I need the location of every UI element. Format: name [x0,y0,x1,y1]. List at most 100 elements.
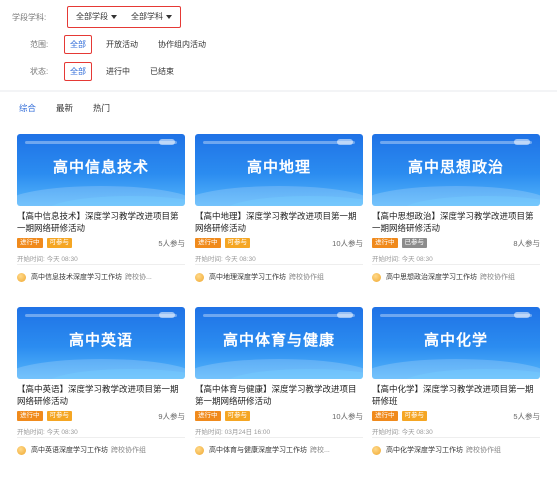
thumbnail-banner-strip [380,314,532,317]
card-thumbnail[interactable]: 高中体育与健康 [195,307,363,379]
join-badge: 可参与 [46,238,72,248]
activity-list-panel: 综合 最新 热门 高中信息技术 【高中信息技术】深度学习教学改进项目第一期网络研… [0,92,557,478]
card-thumbnail[interactable]: 高中化学 [372,307,540,379]
card-divider [17,264,185,265]
card-divider [17,437,185,438]
start-time: 开始时间: 今天 08:30 [17,256,78,263]
card-meta: 进行中 可参与 10人参与 [195,237,363,249]
activity-card[interactable]: 高中体育与健康 【高中体育与健康】深度学习教学改进项目第一期网络研修活动 进行中… [195,307,363,465]
participant-count: 5人参与 [513,411,540,421]
thumbnail-banner-strip [203,141,355,144]
stage-dropdown[interactable]: 全部学段 [76,11,117,22]
studio-avatar-icon [372,272,381,282]
card-title[interactable]: 【高中地理】深度学习教学改进项目第一期网络研修活动 [195,211,363,234]
studio-group-tag: 跨校协作组 [480,274,515,281]
scope-filter-row: 范围: 全部 开放活动 协作组内活动 [30,34,226,54]
thumbnail-banner-strip [203,314,355,317]
studio-link[interactable]: 高中英语深度学习工作坊 跨校协作组 [17,445,185,455]
status-badge: 进行中 [372,411,398,421]
card-title[interactable]: 【高中信息技术】深度学习教学改进项目第一期网络研修活动 [17,211,185,234]
card-divider [372,437,540,438]
start-time: 开始时间: 今天 08:30 [372,429,433,436]
caret-down-icon [166,14,172,19]
thumbnail-title: 高中地理 [246,159,311,176]
join-badge: 可参与 [224,238,250,248]
activity-card[interactable]: 高中信息技术 【高中信息技术】深度学习教学改进项目第一期网络研修活动 进行中 可… [17,134,185,292]
sort-tabs: 综合 最新 热门 [19,102,110,114]
status-option-running[interactable]: 进行中 [106,66,130,77]
thumbnail-title: 高中体育与健康 [222,332,335,349]
card-divider [195,264,363,265]
scope-option-all[interactable]: 全部 [64,34,92,54]
scope-option-group[interactable]: 协作组内活动 [158,39,206,50]
studio-avatar-icon [17,272,26,282]
start-time: 开始时间: 03月24日 16:00 [195,429,271,436]
stage-dropdown-value: 全部学段 [76,12,108,21]
card-title[interactable]: 【高中思想政治】深度学习教学改进项目第一期网络研修活动 [372,211,540,234]
card-divider [372,264,540,265]
start-time: 开始时间: 今天 08:30 [372,256,433,263]
studio-avatar-icon [195,272,204,282]
subject-filter-label: 学段学科: [12,12,47,22]
card-thumbnail[interactable]: 高中思想政治 [372,134,540,206]
tab-comprehensive[interactable]: 综合 [19,102,36,114]
status-badge: 进行中 [17,238,43,248]
card-title[interactable]: 【高中化学】深度学习教学改进项目第一期研修班 [372,384,540,407]
participant-count: 8人参与 [513,238,540,248]
studio-name: 高中信息技术深度学习工作坊 [31,274,122,281]
studio-link[interactable]: 高中信息技术深度学习工作坊 跨校协... [17,272,185,282]
tab-latest[interactable]: 最新 [56,102,73,114]
join-badge: 可参与 [46,411,72,421]
join-badge: 已参与 [401,238,427,248]
studio-name: 高中英语深度学习工作坊 [31,447,108,454]
studio-name: 高中思想政治深度学习工作坊 [386,274,477,281]
card-thumbnail[interactable]: 高中信息技术 [17,134,185,206]
filter-panel: 学段学科: 全部学段 全部学科 范围: 全部 开放活动 协作组内活动 状态: 全… [0,0,557,90]
thumbnail-logo [159,139,175,145]
card-title[interactable]: 【高中体育与健康】深度学习教学改进项目第一期网络研修活动 [195,384,363,407]
thumbnail-title: 高中英语 [68,332,133,349]
thumbnail-title: 高中化学 [423,332,488,349]
scope-option-open[interactable]: 开放活动 [106,39,138,50]
status-badge: 进行中 [17,411,43,421]
card-thumbnail[interactable]: 高中地理 [195,134,363,206]
studio-avatar-icon [195,445,204,455]
status-option-all[interactable]: 全部 [64,61,92,81]
activity-card[interactable]: 高中化学 【高中化学】深度学习教学改进项目第一期研修班 进行中 可参与 5人参与… [372,307,540,465]
thumbnail-title: 高中思想政治 [407,159,504,176]
subject-dropdown-group: 全部学段 全部学科 [67,5,181,28]
activity-card[interactable]: 高中英语 【高中英语】深度学习教学改进项目第一期网络研修活动 进行中 可参与 9… [17,307,185,465]
studio-link[interactable]: 高中地理深度学习工作坊 跨校协作组 [195,272,363,282]
card-meta: 进行中 可参与 9人参与 [17,410,185,422]
thumbnail-logo [514,139,530,145]
activity-card[interactable]: 高中思想政治 【高中思想政治】深度学习教学改进项目第一期网络研修活动 进行中 已… [372,134,540,292]
tab-popular[interactable]: 热门 [93,102,110,114]
studio-link[interactable]: 高中体育与健康深度学习工作坊 跨校... [195,445,363,455]
participant-count: 10人参与 [332,411,363,421]
card-meta: 进行中 可参与 5人参与 [372,410,540,422]
caret-down-icon [111,14,117,19]
studio-group-tag: 跨校协... [125,274,152,281]
card-meta: 进行中 已参与 8人参与 [372,237,540,249]
card-divider [195,437,363,438]
participant-count: 9人参与 [158,411,185,421]
studio-name: 高中化学深度学习工作坊 [386,447,463,454]
studio-link[interactable]: 高中思想政治深度学习工作坊 跨校协作组 [372,272,540,282]
studio-name: 高中地理深度学习工作坊 [209,274,286,281]
status-option-ended[interactable]: 已结束 [150,66,174,77]
participant-count: 5人参与 [158,238,185,248]
studio-avatar-icon [372,445,381,455]
activity-card[interactable]: 高中地理 【高中地理】深度学习教学改进项目第一期网络研修活动 进行中 可参与 1… [195,134,363,292]
thumbnail-logo [337,139,353,145]
thumbnail-logo [514,312,530,318]
thumbnail-banner-strip [25,141,177,144]
join-badge: 可参与 [401,411,427,421]
card-title[interactable]: 【高中英语】深度学习教学改进项目第一期网络研修活动 [17,384,185,407]
studio-avatar-icon [17,445,26,455]
status-badge: 进行中 [195,238,221,248]
studio-name: 高中体育与健康深度学习工作坊 [209,447,307,454]
card-thumbnail[interactable]: 高中英语 [17,307,185,379]
card-meta: 进行中 可参与 10人参与 [195,410,363,422]
subject-dropdown[interactable]: 全部学科 [131,11,172,22]
studio-link[interactable]: 高中化学深度学习工作坊 跨校协作组 [372,445,540,455]
